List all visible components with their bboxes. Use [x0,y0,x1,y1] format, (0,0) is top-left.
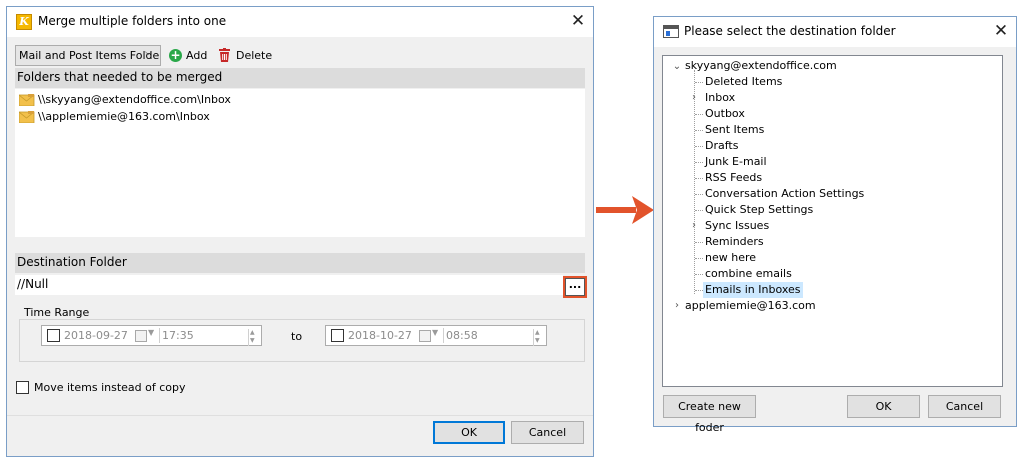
time-spinner[interactable]: ▲ ▼ [533,329,543,346]
chevron-right-icon[interactable]: › [672,298,682,314]
spin-up-icon[interactable]: ▲ [250,330,255,336]
list-item[interactable]: \\applemiemie@163.com\Inbox [17,109,210,125]
tree-node-folder[interactable]: Conversation Action Settings [703,186,866,202]
chevron-down-icon: ⌵ [145,48,152,58]
time-range-label: Time Range [22,306,92,319]
folder-tree[interactable]: ⌄ skyyang@extendoffice.com Deleted Items… [662,55,1003,387]
tree-node-folder[interactable]: combine emails [703,266,794,282]
folder-type-value: Mail and Post Items Folde [19,49,160,62]
chevron-down-icon[interactable]: ▼ [432,328,438,337]
merge-folders-dialog: K Merge multiple folders into one ✕ Mail… [6,6,594,457]
spin-down-icon[interactable]: ▼ [535,338,540,344]
tree-node-folder[interactable]: Reminders [703,234,766,250]
delete-label: Delete [236,49,273,62]
tree-node-folder[interactable]: RSS Feeds [703,170,764,186]
title-bar: K Merge multiple folders into one ✕ [7,7,593,37]
destination-folder-dialog: Please select the destination folder ✕ ⌄… [653,16,1017,434]
start-time-field[interactable]: 17:35 ▲ ▼ [159,328,259,346]
destination-header: Destination Folder [15,253,585,273]
tree-node-folder[interactable]: new here [703,250,758,266]
close-icon[interactable]: ✕ [563,7,593,37]
browse-button[interactable]: ... [565,278,585,296]
start-datetime-picker[interactable]: 2018-09-27 ▼ 17:35 ▲ ▼ [41,325,262,346]
tree-guide-line [695,290,703,291]
end-datetime-picker[interactable]: 2018-10-27 ▼ 08:58 ▲ ▼ [325,325,547,346]
tree-guide-line [695,178,703,179]
folder-path: \\applemiemie@163.com\Inbox [38,110,210,123]
tree-node-account[interactable]: applemiemie@163.com [683,298,818,314]
tree-node-folder-selected[interactable]: Emails in Inboxes [703,282,803,298]
tree-node-folder[interactable]: Deleted Items [703,74,784,90]
tree-node-folder[interactable]: Inbox [703,90,737,106]
create-folder-button[interactable]: Create new foder [663,395,756,434]
tree-guide-line [695,146,703,147]
start-time: 17:35 [162,329,194,342]
folder-path: \\skyyang@extendoffice.com\Inbox [38,93,231,106]
add-button[interactable]: + Add [169,47,209,65]
delete-button[interactable]: Delete [219,47,275,65]
tree-guide-line [695,194,703,195]
folder-type-select[interactable]: Mail and Post Items Folde ⌵ [15,45,161,66]
end-time: 08:58 [446,329,478,342]
tree-node-folder[interactable]: Junk E-mail [703,154,769,170]
end-time-field[interactable]: 08:58 ▲ ▼ [443,328,544,346]
title-bar: Please select the destination folder ✕ [654,17,1016,47]
chevron-right-icon[interactable]: › [689,90,699,106]
mail-folder-icon [19,94,35,106]
cancel-button[interactable]: Cancel [928,395,1001,418]
move-items-label[interactable]: Move items instead of copy [34,381,186,394]
ok-button[interactable]: OK [847,395,920,418]
start-date-checkbox[interactable] [47,329,60,342]
tree-guide-line [695,82,703,83]
add-icon: + [169,48,182,62]
dialog-title: Merge multiple folders into one [38,14,227,28]
tree-guide-line [695,130,703,131]
end-date-checkbox[interactable] [331,329,344,342]
chevron-right-icon[interactable]: › [689,218,699,234]
calendar-icon[interactable] [135,330,147,342]
chevron-down-icon[interactable]: ▼ [148,328,154,337]
chevron-down-icon[interactable]: ⌄ [672,59,682,75]
tree-node-folder[interactable]: Quick Step Settings [703,202,815,218]
add-label: Add [186,49,208,62]
destination-field[interactable]: //Null [15,275,563,295]
tree-node-folder[interactable]: Drafts [703,138,740,154]
tree-guide-line [695,114,703,115]
spin-down-icon[interactable]: ▼ [250,338,255,344]
trash-icon [219,48,230,62]
end-date: 2018-10-27 [348,329,412,342]
tree-guide-line [695,242,703,243]
list-item[interactable]: \\skyyang@extendoffice.com\Inbox [17,92,231,108]
calendar-icon[interactable] [419,330,431,342]
tree-guide-line [695,274,703,275]
tree-guide-line [695,258,703,259]
mail-folder-icon [19,111,35,123]
tree-node-folder[interactable]: Outbox [703,106,747,122]
ok-button[interactable]: OK [433,421,505,444]
start-date: 2018-09-27 [64,329,128,342]
window-icon [663,25,679,38]
time-spinner[interactable]: ▲ ▼ [248,329,258,346]
tree-node-account[interactable]: skyyang@extendoffice.com [683,58,839,74]
folders-header: Folders that needed to be merged [15,68,585,88]
folders-list[interactable]: \\skyyang@extendoffice.com\Inbox \\apple… [15,89,585,237]
spin-up-icon[interactable]: ▲ [535,330,540,336]
app-logo-icon: K [16,14,32,30]
tree-guide-line [695,210,703,211]
tree-node-folder[interactable]: Sync Issues [703,218,771,234]
tree-node-folder[interactable]: Sent Items [703,122,766,138]
move-items-checkbox[interactable] [16,381,29,394]
arrow-right-icon [596,196,654,224]
dialog-footer: OK Cancel [7,415,593,456]
cancel-button[interactable]: Cancel [511,421,584,444]
close-icon[interactable]: ✕ [986,17,1016,47]
tree-guide-line [695,162,703,163]
to-label: to [291,330,303,343]
dialog-title: Please select the destination folder [684,24,896,38]
